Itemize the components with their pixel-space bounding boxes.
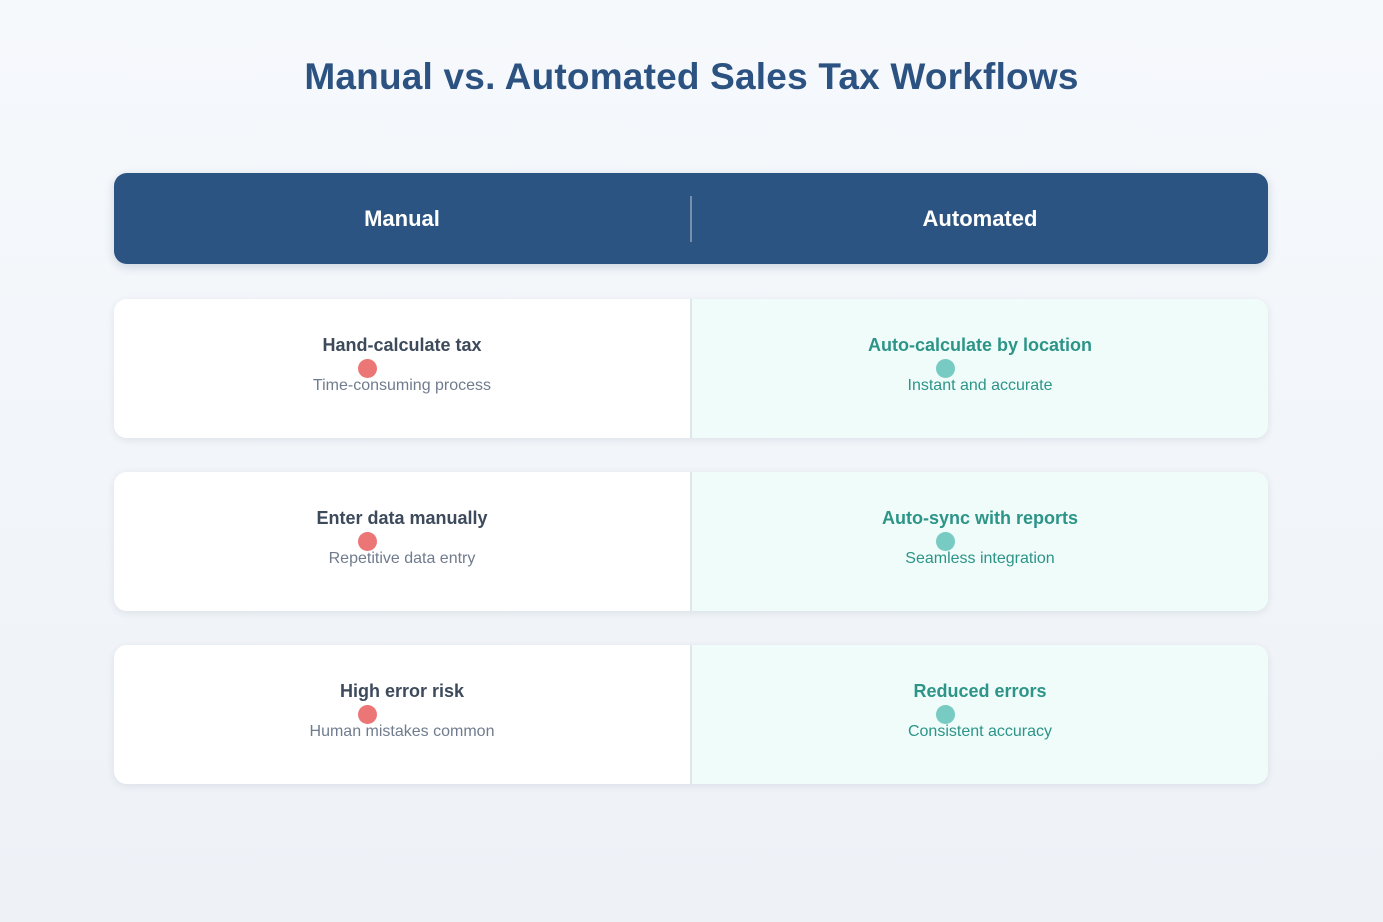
automated-cell: Reduced errors Consistent accuracy (690, 645, 1268, 784)
automated-step-title: Reduced errors (913, 681, 1047, 701)
automated-step-title: Auto-calculate by location (867, 335, 1093, 355)
manual-status-dot (358, 532, 377, 551)
automated-status-dot (936, 532, 955, 551)
automated-status-dot (936, 705, 955, 724)
automated-step-title: Auto-sync with reports (881, 508, 1078, 528)
page-title: Manual vs. Automated Sales Tax Workflows (304, 56, 1079, 97)
manual-status-dot (358, 359, 377, 378)
automated-step-subtitle: Consistent accuracy (907, 723, 1053, 740)
comparison-row: Hand-calculate tax Time-consuming proces… (114, 299, 1268, 438)
automated-step-subtitle: Instant and accurate (907, 377, 1053, 394)
automated-cell: Auto-sync with reports Seamless integrat… (690, 472, 1268, 611)
manual-cell: Enter data manually Repetitive data entr… (114, 472, 690, 611)
automated-cell: Auto-calculate by location Instant and a… (690, 299, 1268, 438)
automated-step-subtitle: Seamless integration (905, 550, 1055, 567)
manual-step-title: Enter data manually (316, 508, 488, 528)
automated-status-dot (936, 359, 955, 378)
comparison-header: Manual Automated (114, 173, 1268, 264)
comparison-row: Enter data manually Repetitive data entr… (114, 472, 1268, 611)
manual-step-subtitle: Repetitive data entry (328, 550, 476, 567)
manual-step-subtitle: Time-consuming process (312, 377, 492, 394)
header-manual: Manual (364, 205, 440, 231)
manual-step-subtitle: Human mistakes common (309, 723, 495, 740)
comparison-row: High error risk Human mistakes common Re… (114, 645, 1268, 784)
manual-step-title: High error risk (339, 681, 465, 701)
header-automated: Automated (922, 205, 1038, 231)
manual-cell: High error risk Human mistakes common (114, 645, 690, 784)
manual-cell: Hand-calculate tax Time-consuming proces… (114, 299, 690, 438)
manual-step-title: Hand-calculate tax (322, 335, 482, 355)
manual-status-dot (358, 705, 377, 724)
